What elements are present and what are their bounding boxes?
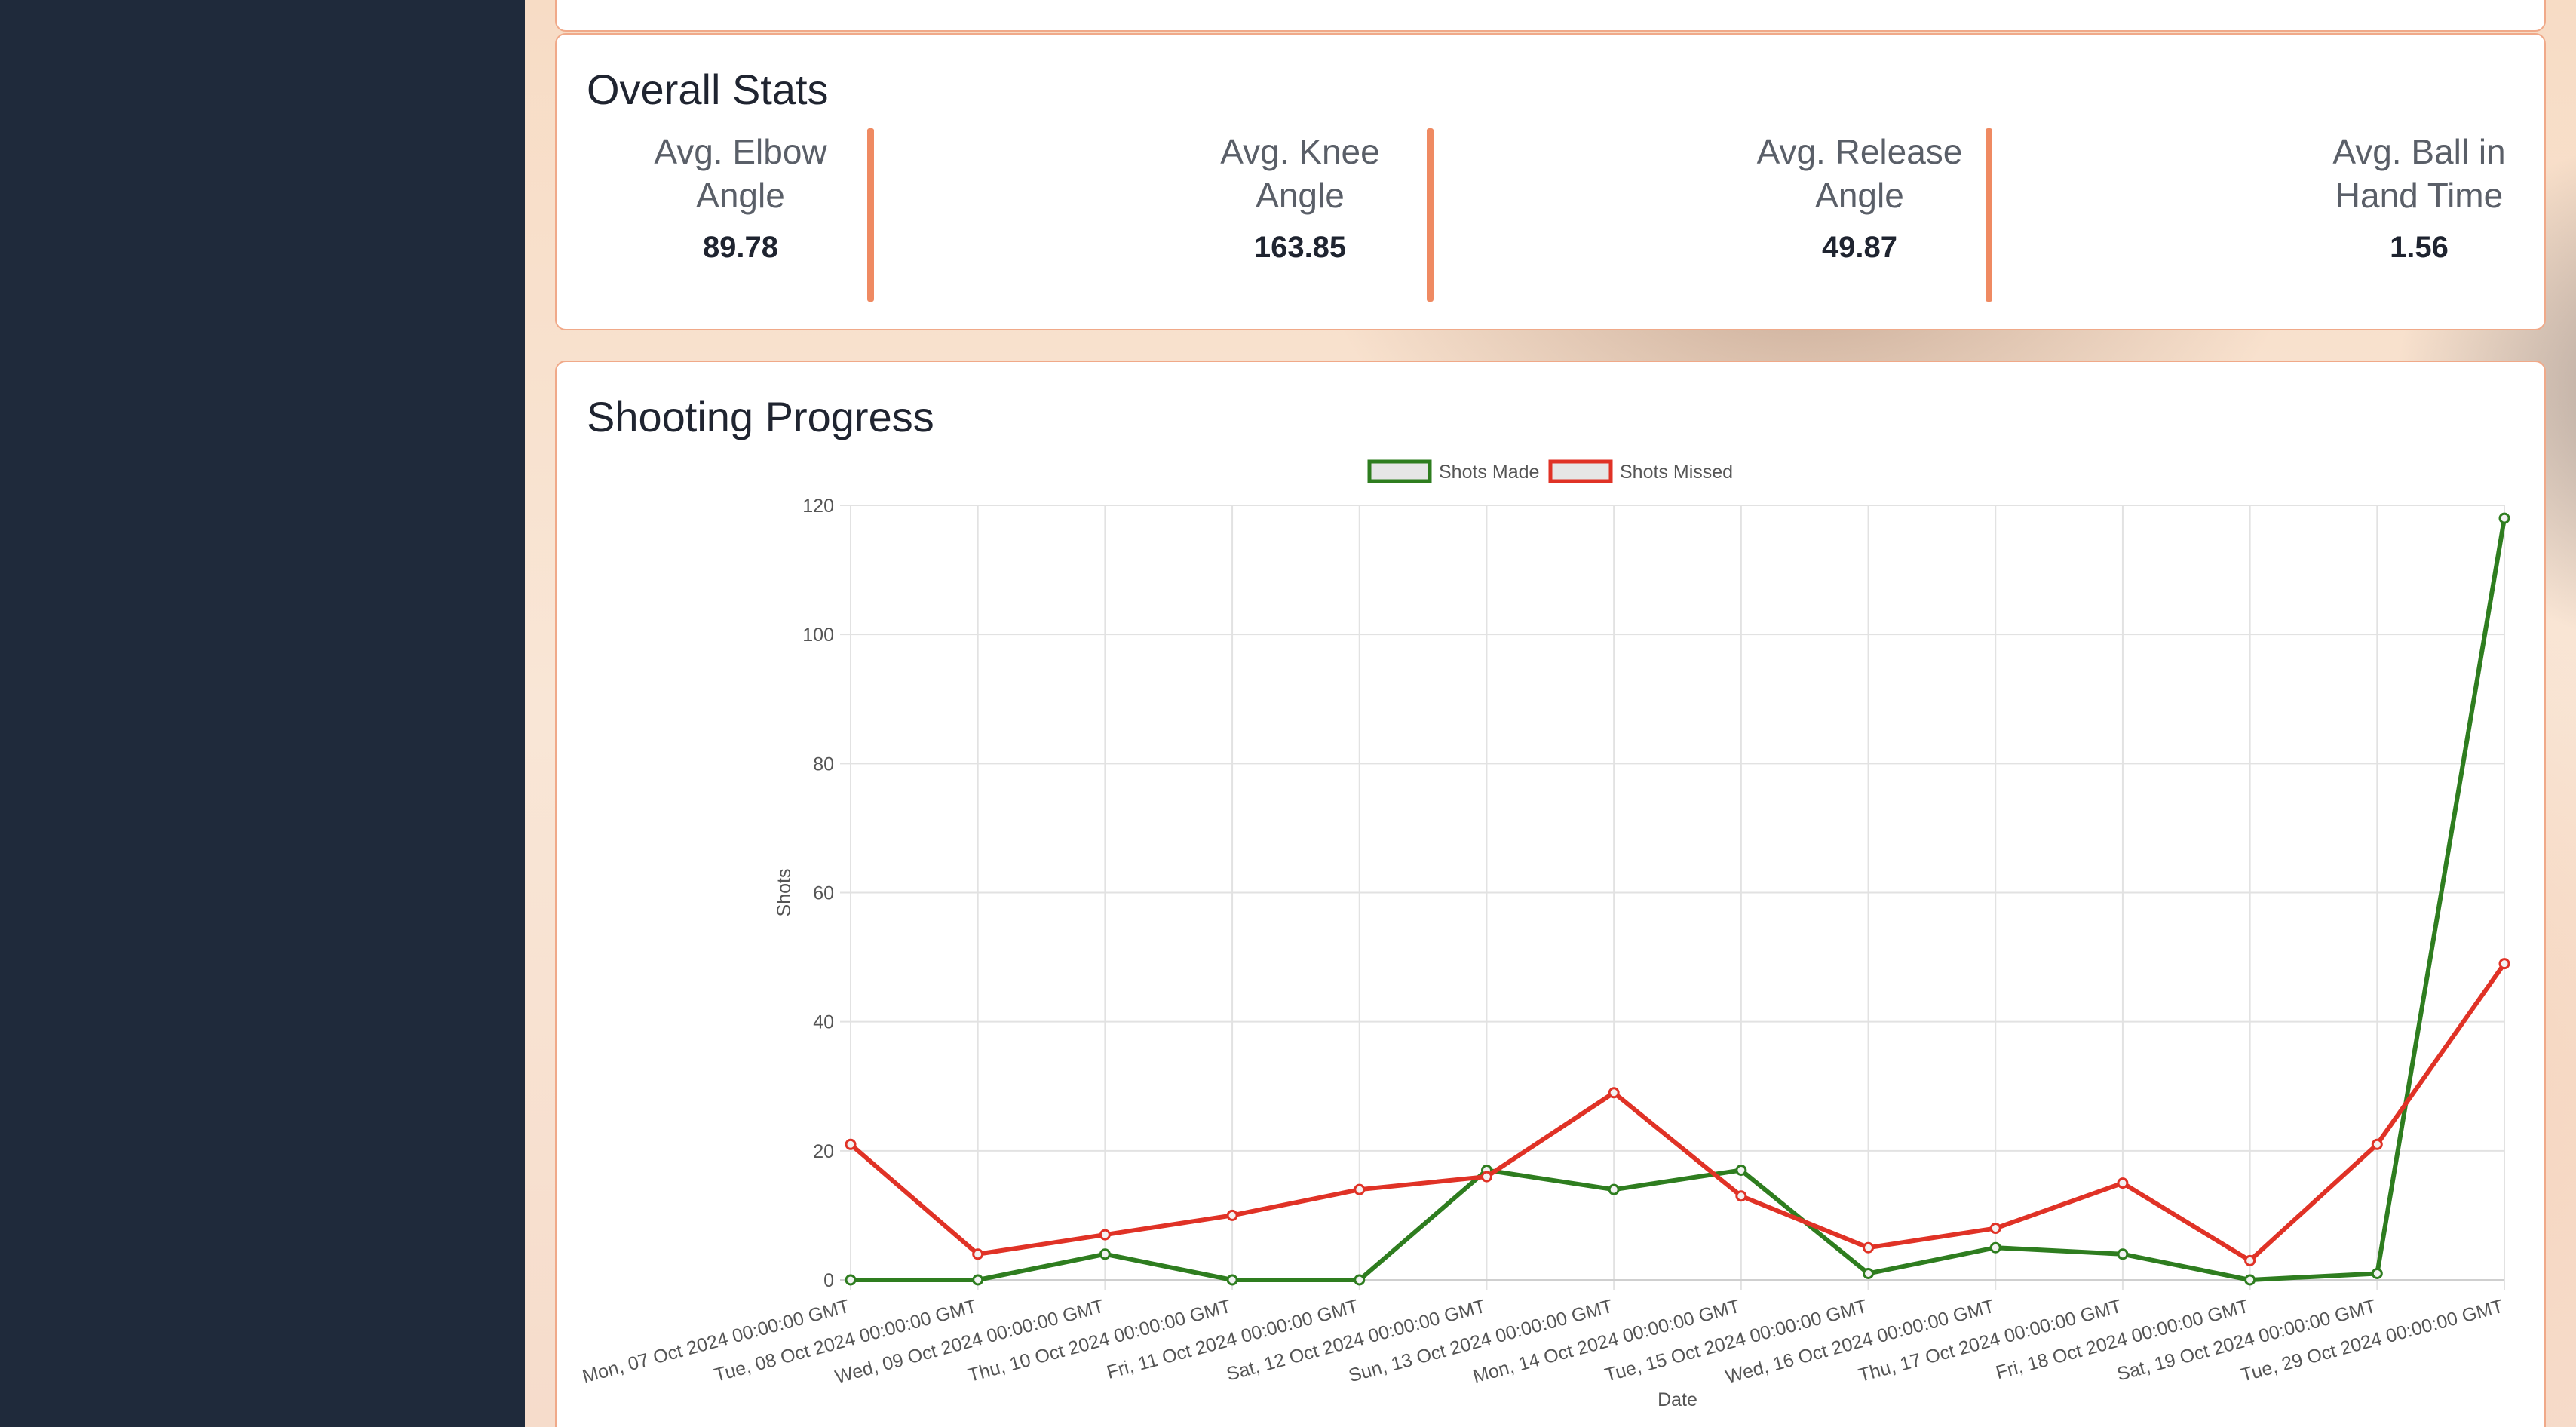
- data-point-made: [2371, 1267, 2383, 1279]
- data-point-missed: [2371, 1138, 2383, 1150]
- data-point-made: [1099, 1248, 1111, 1260]
- data-point-missed: [2244, 1254, 2256, 1266]
- data-point-made: [1735, 1165, 1747, 1177]
- stat-knee-angle: Avg. Knee Angle 163.85: [1142, 130, 1458, 265]
- data-point-missed: [1608, 1087, 1620, 1099]
- data-point-made: [2117, 1248, 2129, 1260]
- data-point-missed: [972, 1248, 984, 1260]
- y-tick-label: 120: [802, 496, 834, 517]
- y-axis-title: Shots: [774, 869, 795, 917]
- stat-label-line2: Hand Time: [2335, 176, 2504, 215]
- x-axis-title: Date: [1658, 1389, 1697, 1410]
- stat-divider: [867, 128, 874, 302]
- data-point-made: [2244, 1274, 2256, 1286]
- data-point-missed: [2498, 958, 2510, 970]
- y-tick-label: 0: [823, 1270, 834, 1291]
- data-point-made: [1863, 1267, 1875, 1279]
- stat-value: 89.78: [702, 231, 779, 264]
- stat-divider: [1986, 128, 1992, 302]
- y-tick-label: 40: [813, 1012, 834, 1033]
- overall-stats-title: Overall Stats: [587, 66, 829, 113]
- stat-label-line1: Avg. Release: [1756, 132, 1963, 171]
- series-line-made: [851, 517, 2507, 1282]
- data-point-made: [972, 1274, 984, 1286]
- stat-value: 49.87: [1821, 231, 1898, 264]
- data-point-missed: [1863, 1241, 1875, 1254]
- data-point-missed: [1480, 1171, 1492, 1183]
- data-point-made: [1608, 1183, 1620, 1195]
- stat-label-line1: Avg. Elbow: [654, 132, 827, 171]
- data-point-made: [1354, 1274, 1366, 1286]
- overall-stats-card: Overall Stats Avg. Elbow Angle 89.78 Avg…: [555, 33, 2546, 330]
- data-point-made: [1989, 1241, 2001, 1254]
- stat-label-line1: Avg. Knee: [1220, 132, 1380, 171]
- stat-label-line2: Angle: [1256, 176, 1345, 215]
- stat-label-line1: Avg. Ball in: [2332, 132, 2506, 171]
- data-point-missed: [1226, 1209, 1238, 1221]
- data-point-made: [2498, 512, 2510, 524]
- data-point-made: [1226, 1274, 1238, 1286]
- stat-label-line2: Angle: [1815, 176, 1904, 215]
- previous-card: [555, 0, 2546, 32]
- legend-swatch-missed: [1548, 459, 1613, 483]
- legend-label-missed: Shots Missed: [1620, 462, 1733, 483]
- stat-release-angle: Avg. Release Angle 49.87: [1701, 130, 2018, 265]
- stat-value: 163.85: [1253, 231, 1347, 264]
- data-point-missed: [1354, 1183, 1366, 1195]
- stat-divider: [1427, 128, 1434, 302]
- data-point-missed: [1989, 1223, 2001, 1235]
- data-point-made: [845, 1274, 857, 1286]
- data-point-missed: [845, 1138, 857, 1150]
- stat-value: 1.56: [2390, 231, 2449, 264]
- stat-elbow-angle: Avg. Elbow Angle 89.78: [582, 130, 899, 265]
- shooting-progress-chart: 020406080100120Mon, 07 Oct 2024 00:00:00…: [580, 459, 2510, 1410]
- stat-ball-in-hand-time: Avg. Ball in Hand Time 1.56: [2261, 130, 2576, 265]
- data-point-missed: [1099, 1229, 1111, 1241]
- stat-label-line2: Angle: [696, 176, 785, 215]
- y-tick-label: 100: [802, 625, 834, 646]
- y-tick-label: 20: [813, 1141, 834, 1162]
- shooting-progress-card: Shooting Progress 0 20 40 60 80 100 120 Mon, 07…: [555, 361, 2546, 1427]
- legend-swatch-made: [1367, 459, 1432, 483]
- y-tick-label: 60: [813, 883, 834, 904]
- data-point-missed: [1735, 1190, 1747, 1202]
- data-point-missed: [2117, 1177, 2129, 1189]
- y-tick-label: 80: [813, 753, 834, 775]
- legend-label-made: Shots Made: [1439, 462, 1539, 483]
- sidebar: [0, 0, 525, 1427]
- series-line-missed: [849, 962, 2507, 1263]
